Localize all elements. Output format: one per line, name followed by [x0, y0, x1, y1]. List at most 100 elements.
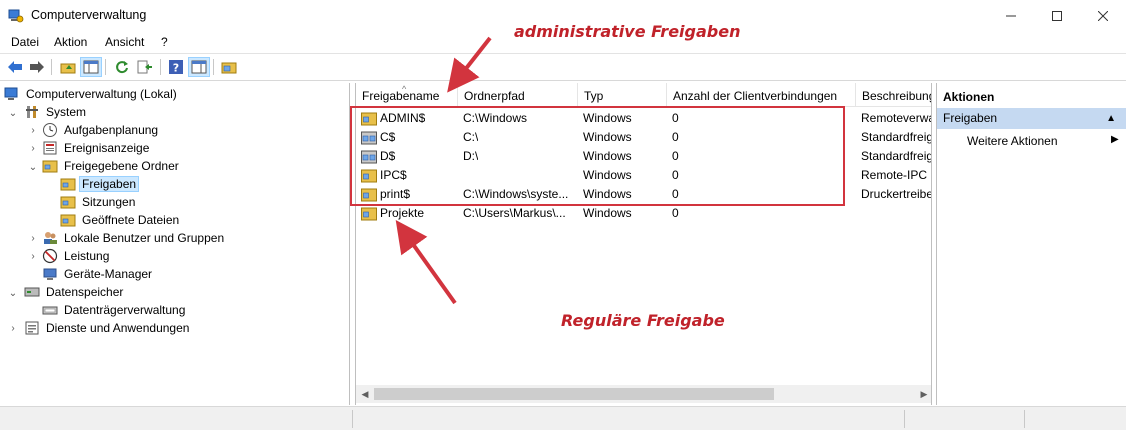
tree-item-datenspeicher[interactable]: Datenspeicher	[24, 283, 126, 301]
menu-help[interactable]: ?	[161, 35, 168, 49]
scroll-left-icon[interactable]: ◀	[356, 388, 374, 400]
up-button[interactable]	[57, 57, 79, 77]
tree-label-geraete-manager: Geräte-Manager	[64, 267, 153, 281]
tree-label-dienste: Dienste und Anwendungen	[46, 321, 190, 335]
export-list-icon	[137, 60, 152, 74]
tree-label-ereignisanzeige: Ereignisanzeige	[64, 141, 150, 155]
action-pane-button[interactable]	[188, 57, 210, 77]
share-icon	[361, 207, 377, 221]
tree-label-datentraegerverwaltung: Datenträgerverwaltung	[64, 303, 186, 317]
column-beschreibung[interactable]: Beschreibung	[856, 83, 931, 107]
chevron-right-icon[interactable]: ›	[28, 143, 38, 154]
storage-icon	[24, 287, 40, 297]
horizontal-scrollbar[interactable]: ◀ ▶	[356, 385, 931, 403]
console-tree-icon	[83, 60, 99, 74]
chevron-right-icon[interactable]: ›	[28, 125, 38, 136]
table-row[interactable]: Projekte C:\Users\Markus\... Windows 0	[356, 204, 931, 223]
scroll-right-icon[interactable]: ▶	[915, 388, 931, 400]
tree-item-aufgabenplanung[interactable]: Aufgabenplanung	[42, 121, 161, 139]
share-folder-icon	[60, 214, 76, 227]
toolbar-separator	[213, 59, 214, 75]
actions-group-freigaben[interactable]: Freigaben ▲	[937, 108, 1126, 129]
submenu-arrow-icon: ▶	[1111, 134, 1119, 145]
cell-name: Projekte	[380, 206, 425, 220]
svg-text:?: ?	[173, 62, 179, 75]
column-clientverbindungen[interactable]: Anzahl der Clientverbindungen	[667, 83, 856, 107]
tree-item-root[interactable]: Computerverwaltung (Lokal)	[4, 85, 180, 103]
tree-label-lokale-benutzer: Lokale Benutzer und Gruppen	[64, 231, 225, 245]
back-button[interactable]	[4, 57, 26, 77]
tree-label-leistung: Leistung	[64, 249, 110, 263]
share-folder-icon	[60, 178, 76, 191]
admin-shares-highlight	[350, 106, 845, 206]
tree-label-sitzungen: Sitzungen	[82, 195, 136, 209]
tree-item-datentraegerverwaltung[interactable]: Datenträgerverwaltung	[42, 301, 188, 319]
column-freigabename[interactable]: ^ Freigabename	[356, 83, 458, 107]
column-typ[interactable]: Typ	[578, 83, 667, 107]
console-tree-button[interactable]	[80, 57, 102, 77]
cell-description: Standardfreig	[861, 130, 932, 144]
chevron-right-icon[interactable]: ›	[28, 233, 38, 244]
actions-header: Aktionen	[943, 90, 995, 104]
column-label: Freigabename	[362, 89, 440, 103]
cell-type: Windows	[583, 206, 632, 220]
share-folder-icon	[60, 196, 76, 209]
console-tree: Computerverwaltung (Lokal) ⌄ System › Au…	[0, 83, 350, 405]
tree-item-lokale-benutzer[interactable]: Lokale Benutzer und Gruppen	[42, 229, 227, 247]
action-weitere-aktionen[interactable]: Weitere Aktionen	[967, 134, 1058, 148]
performance-icon	[42, 248, 58, 264]
actions-group-label: Freigaben	[943, 111, 998, 125]
menu-datei[interactable]: Datei	[11, 35, 39, 49]
cell-description: Druckertreibe	[861, 187, 932, 201]
tree-item-geraete-manager[interactable]: Geräte-Manager	[42, 265, 155, 283]
tree-item-sitzungen[interactable]: Sitzungen	[60, 193, 138, 211]
column-label: Typ	[584, 89, 604, 103]
collapse-up-icon[interactable]: ▲	[1106, 108, 1116, 129]
tree-item-freigegebene-ordner[interactable]: Freigegebene Ordner	[42, 157, 182, 175]
status-bar	[0, 406, 1126, 430]
computer-management-icon	[4, 87, 18, 100]
toolbar-separator	[105, 59, 106, 75]
chevron-right-icon[interactable]: ›	[28, 251, 38, 262]
menu-aktion[interactable]: Aktion	[54, 35, 87, 49]
scrollbar-thumb[interactable]	[374, 388, 774, 400]
tree-label-freigaben: Freigaben	[79, 176, 140, 192]
tree-item-system[interactable]: System	[24, 103, 89, 121]
tree-item-ereignisanzeige[interactable]: Ereignisanzeige	[42, 139, 152, 157]
column-label: Ordnerpfad	[464, 89, 525, 103]
tree-item-freigaben[interactable]: Freigaben	[60, 175, 140, 193]
chevron-right-icon[interactable]: ›	[8, 323, 18, 334]
tree-item-dienste[interactable]: Dienste und Anwendungen	[24, 319, 192, 337]
clock-icon	[43, 123, 57, 137]
status-segment	[905, 410, 1025, 428]
help-button[interactable]: ?	[165, 57, 187, 77]
toolbar-separator	[160, 59, 161, 75]
back-arrow-icon	[8, 61, 22, 73]
tree-label-geoeffnete-dateien: Geöffnete Dateien	[82, 213, 180, 227]
minimize-button[interactable]	[988, 0, 1034, 32]
cell-path: C:\Users\Markus\...	[463, 206, 566, 220]
chevron-down-icon[interactable]: ⌄	[28, 162, 38, 173]
tree-item-leistung[interactable]: Leistung	[42, 247, 112, 265]
menu-ansicht[interactable]: Ansicht	[105, 35, 144, 49]
tree-item-geoeffnete-dateien[interactable]: Geöffnete Dateien	[60, 211, 182, 229]
close-button[interactable]	[1080, 0, 1126, 32]
chevron-down-icon[interactable]: ⌄	[8, 108, 18, 119]
event-viewer-icon	[43, 141, 57, 155]
forward-button[interactable]	[26, 57, 48, 77]
refresh-icon	[116, 61, 128, 74]
maximize-button[interactable]	[1034, 0, 1080, 32]
tree-label-aufgabenplanung: Aufgabenplanung	[64, 123, 159, 137]
cell-description: Standardfreig	[861, 149, 932, 163]
toolbar: ?	[0, 53, 1126, 81]
chevron-down-icon[interactable]: ⌄	[8, 288, 18, 299]
annotation-regular-label: Reguläre Freigabe	[561, 311, 725, 330]
export-list-button[interactable]	[134, 57, 156, 77]
new-share-button[interactable]	[218, 57, 240, 77]
column-ordnerpfad[interactable]: Ordnerpfad	[458, 83, 578, 107]
shared-folder-icon	[42, 160, 58, 173]
refresh-button[interactable]	[111, 57, 133, 77]
column-label: Anzahl der Clientverbindungen	[673, 89, 838, 103]
share-folder-icon	[221, 62, 237, 74]
computer-management-icon	[8, 9, 24, 23]
